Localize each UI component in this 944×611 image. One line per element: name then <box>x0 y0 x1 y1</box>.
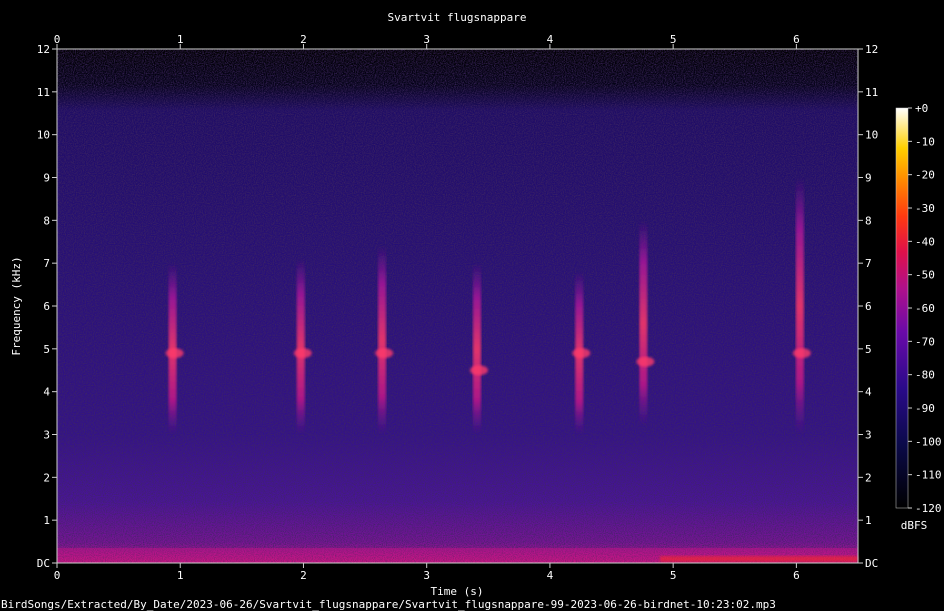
x-tick-label-top: 5 <box>670 33 677 46</box>
x-tick-label-bottom: 3 <box>423 569 430 582</box>
x-tick-label-bottom: 2 <box>300 569 307 582</box>
song-element-peak <box>792 348 811 359</box>
y-tick-label-right: DC <box>865 557 878 570</box>
colorbar-tick-label: +0 <box>915 102 928 115</box>
low-frequency-hotspot <box>660 556 858 562</box>
y-tick-label-right: 8 <box>865 214 872 227</box>
file-path: BirdSongs/Extracted/By_Date/2023-06-26/S… <box>1 598 776 611</box>
y-tick-label-right: 12 <box>865 43 878 56</box>
x-tick-label-top: 2 <box>300 33 307 46</box>
x-tick-label-bottom: 0 <box>54 569 61 582</box>
y-tick-label-right: 1 <box>865 514 872 527</box>
colorbar-label: dBFS <box>901 519 928 532</box>
y-tick-label-left: 10 <box>37 129 50 142</box>
song-element <box>296 258 305 435</box>
colorbar-tick-label: -10 <box>915 135 935 148</box>
x-tick-label-top: 1 <box>177 33 184 46</box>
colorbar-tick-label: -90 <box>915 402 935 415</box>
y-tick-label-left: 1 <box>43 514 50 527</box>
y-tick-label-left: 6 <box>43 300 50 313</box>
x-tick-label-bottom: 5 <box>670 569 677 582</box>
y-tick-label-right: 11 <box>865 86 878 99</box>
colorbar-tick-label: -70 <box>915 335 935 348</box>
y-tick-label-left: 4 <box>43 386 50 399</box>
song-element-peak <box>165 348 184 359</box>
colorbar-ticks: +0 -10 -20 -30 -40 -50 -60 -70 -80 -90 -100 -110 -12… <box>908 102 942 515</box>
song-element <box>795 177 804 435</box>
song-element <box>472 263 481 435</box>
colorbar-tick-label: -100 <box>915 435 942 448</box>
x-tick-label-top: 4 <box>547 33 554 46</box>
y-tick-label-left: 8 <box>43 214 50 227</box>
y-tick-label-right: 9 <box>865 172 872 185</box>
colorbar-tick-label: -50 <box>915 269 935 282</box>
y-tick-label-right: 3 <box>865 429 872 442</box>
x-axis-label: Time (s) <box>431 585 484 598</box>
colorbar-tick-label: -80 <box>915 369 935 382</box>
song-element-peak <box>375 348 394 359</box>
y-tick-label-left: 11 <box>37 86 50 99</box>
y-axis-label: Frequency (kHz) <box>10 256 23 355</box>
chart-title: Svartvit flugsnappare <box>387 11 526 24</box>
y-tick-label-left: 2 <box>43 471 50 484</box>
x-tick-label-bottom: 6 <box>793 569 800 582</box>
x-tick-label-top: 6 <box>793 33 800 46</box>
x-tick-label-top: 3 <box>423 33 430 46</box>
song-element-peak <box>636 356 655 367</box>
colorbar-tick-label: -60 <box>915 302 935 315</box>
x-tick-label-bottom: 1 <box>177 569 184 582</box>
y-tick-label-left: 12 <box>37 43 50 56</box>
x-tick-label-top: 0 <box>54 33 61 46</box>
y-tick-label-right: 7 <box>865 257 872 270</box>
y-tick-label-right: 5 <box>865 343 872 356</box>
y-tick-label-left: 7 <box>43 257 50 270</box>
colorbar-tick-label: -110 <box>915 469 942 482</box>
x-tick-label-bottom: 4 <box>547 569 554 582</box>
spectrogram-figure: 00112233445566 DC DC1 12 23 34 45 56 67 78 89 910 1… <box>1 11 942 611</box>
spectrogram-noise <box>57 49 858 563</box>
song-element-peak <box>572 348 591 359</box>
y-tick-label-right: 6 <box>865 300 872 313</box>
y-tick-label-left: 5 <box>43 343 50 356</box>
song-element-peak <box>469 365 488 376</box>
y-tick-label-left: 9 <box>43 172 50 185</box>
y-tick-label-left: 3 <box>43 429 50 442</box>
colorbar-tick-label: -20 <box>915 169 935 182</box>
colorbar <box>896 108 908 508</box>
colorbar-tick-label: -30 <box>915 202 935 215</box>
y-tick-label-right: 4 <box>865 386 872 399</box>
y-tick-label-right: 2 <box>865 471 872 484</box>
y-tick-label-left: DC <box>37 557 50 570</box>
colorbar-tick-label: -120 <box>915 502 942 515</box>
colorbar-tick-label: -40 <box>915 235 935 248</box>
song-element <box>639 220 648 426</box>
song-element-peak <box>293 348 312 359</box>
y-tick-label-right: 10 <box>865 129 878 142</box>
song-element <box>378 246 387 435</box>
